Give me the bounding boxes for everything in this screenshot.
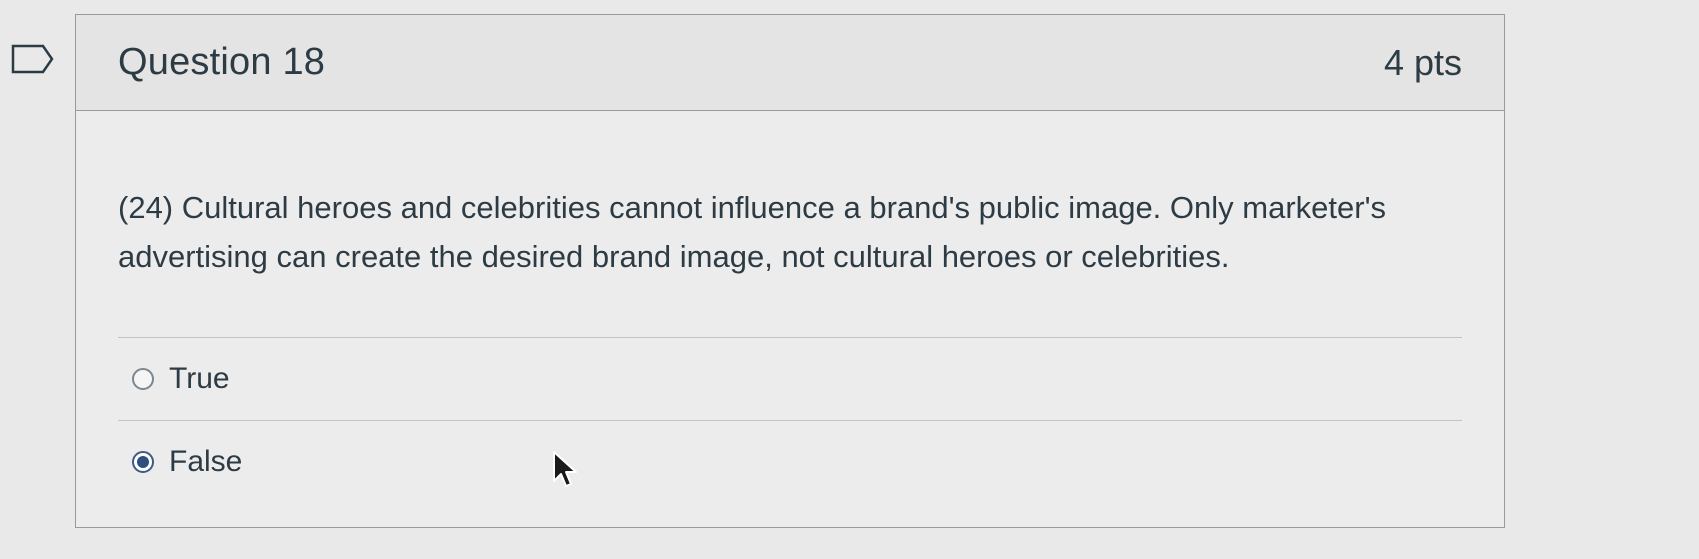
flag-question-icon[interactable] — [11, 44, 55, 74]
radio-unchecked-icon[interactable] — [132, 368, 154, 390]
question-header: Question 18 4 pts — [76, 15, 1504, 111]
question-card: Question 18 4 pts (24) Cultural heroes a… — [75, 14, 1505, 528]
answer-option-false[interactable]: False — [118, 421, 1462, 503]
question-body: (24) Cultural heroes and celebrities can… — [76, 183, 1504, 503]
answer-list: True False — [118, 337, 1462, 503]
answer-label[interactable]: False — [169, 445, 242, 479]
question-points: 4 pts — [1383, 41, 1462, 83]
answer-label[interactable]: True — [169, 362, 230, 396]
answer-option-true[interactable]: True — [118, 338, 1462, 420]
mouse-pointer-icon — [552, 450, 580, 490]
question-title: Question 18 — [118, 41, 326, 83]
question-text: (24) Cultural heroes and celebrities can… — [118, 190, 1386, 274]
radio-checked-icon[interactable] — [132, 451, 154, 473]
